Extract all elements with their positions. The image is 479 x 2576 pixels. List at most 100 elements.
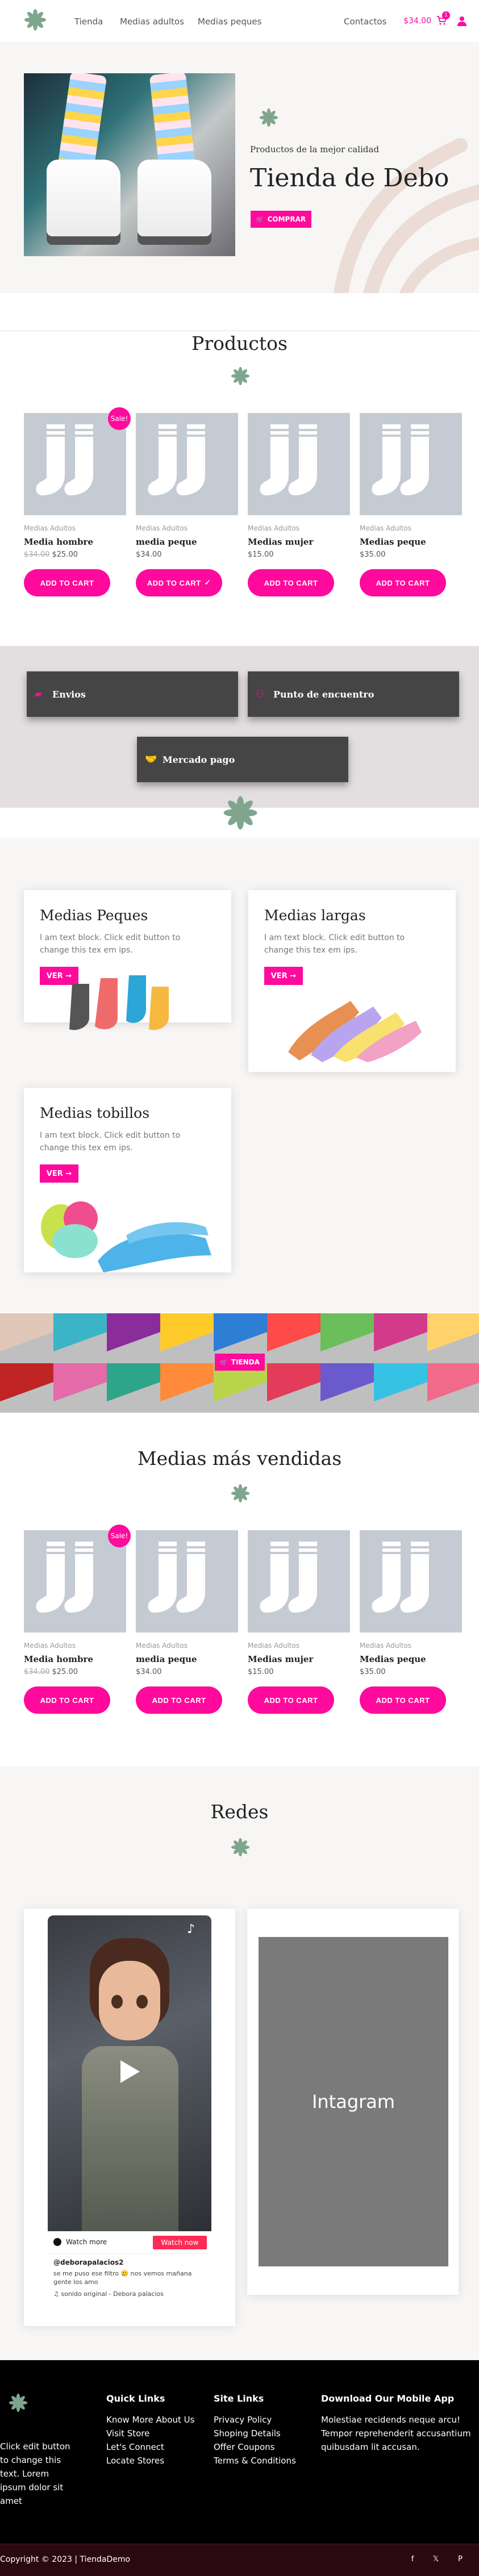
add-to-cart-label: ADD TO CART — [40, 1696, 94, 1705]
watch-now-button[interactable]: Watch now — [153, 2236, 207, 2249]
footer-link[interactable]: Visit Store — [106, 2427, 194, 2440]
flower-icon — [231, 1484, 250, 1503]
current-price: $35.00 — [360, 1668, 386, 1676]
product-card[interactable]: Medias Adultos Medias mujer $15.00 ADD TO C… — [248, 1530, 350, 1714]
product-category[interactable]: Medias Adultos — [136, 524, 238, 532]
ver-label: VER — [270, 971, 288, 980]
collage-tile — [53, 1313, 107, 1363]
category-text: I am text block. Click edit button to ch… — [264, 933, 405, 955]
footer-link[interactable]: Let's Connect — [106, 2440, 194, 2454]
user-icon[interactable] — [457, 16, 466, 26]
add-to-cart-label: ADD TO CART — [40, 578, 94, 587]
sock-icon — [148, 1542, 205, 1613]
cart-total[interactable]: $34.00 — [403, 16, 431, 26]
product-image-sock-placeholder[interactable] — [24, 1530, 126, 1633]
pinterest-icon[interactable]: P — [455, 2555, 466, 2566]
product-image-sock-placeholder[interactable] — [360, 1530, 462, 1633]
product-image-sock-placeholder[interactable] — [136, 413, 238, 515]
product-card[interactable]: Medias Adultos Medias mujer $15.00 ADD TO C… — [248, 413, 350, 596]
product-name[interactable]: media peque — [136, 1654, 238, 1664]
collage-tile — [214, 1363, 267, 1413]
category-card-medias-peques: Medias Peques I am text block. Click edi… — [24, 890, 231, 1030]
nav-tienda[interactable]: Tienda — [74, 16, 103, 27]
people-icon: ⚇ — [256, 688, 265, 700]
add-to-cart-button[interactable]: ADD TO CART ✓ — [136, 569, 222, 596]
footer-about: Click edit button to change this text. L… — [0, 2441, 70, 2506]
category-card-medias-tobillos: Medias tobillos I am text block. Click e… — [24, 1088, 231, 1272]
flower-logo-icon[interactable] — [24, 9, 47, 31]
nav-medias-adultos[interactable]: Medias adultos — [120, 16, 184, 27]
add-to-cart-button[interactable]: ADD TO CART — [24, 1686, 110, 1714]
product-name[interactable]: media peque — [136, 537, 238, 547]
product-image-sock-placeholder[interactable] — [360, 413, 462, 515]
product-image-sock-placeholder[interactable] — [24, 413, 126, 515]
twitter-icon[interactable]: 𝕏 — [430, 2555, 441, 2566]
product-category[interactable]: Medias Adultos — [136, 1642, 238, 1650]
product-card[interactable]: Sale! Medias Adultos Media hombre $34.00 $25… — [24, 407, 131, 596]
product-category[interactable]: Medias Adultos — [248, 1642, 350, 1650]
add-to-cart-button[interactable]: ADD TO CART — [248, 569, 334, 596]
product-category[interactable]: Medias Adultos — [24, 1642, 126, 1650]
instagram-placeholder[interactable]: Intagram — [259, 1937, 448, 2266]
product-category[interactable]: Medias Adultos — [24, 524, 126, 532]
footer-link[interactable]: Offer Coupons — [214, 2440, 296, 2454]
collage-tile — [374, 1363, 427, 1413]
comprar-button[interactable]: 🛒 COMPRAR — [251, 211, 311, 228]
sale-badge: Sale! — [108, 407, 131, 430]
tiktok-video[interactable]: ♪ — [48, 1915, 211, 2231]
footer-link[interactable]: Know More About Us — [106, 2413, 194, 2427]
category-title: Medias Peques — [40, 907, 148, 924]
facebook-icon[interactable]: f — [407, 2555, 418, 2566]
product-name[interactable]: Medias mujer — [248, 1654, 350, 1664]
product-image-sock-placeholder[interactable] — [248, 1530, 350, 1633]
footer-link[interactable]: Terms & Conditions — [214, 2454, 296, 2468]
watch-more-label[interactable]: Watch more — [66, 2238, 107, 2246]
play-icon[interactable] — [120, 2060, 140, 2083]
add-to-cart-button[interactable]: ADD TO CART — [248, 1686, 334, 1714]
product-image-sock-placeholder[interactable] — [136, 1530, 238, 1633]
product-name[interactable]: Medias mujer — [248, 537, 350, 547]
product-name[interactable]: Medias peque — [360, 537, 462, 547]
product-card[interactable]: Medias Adultos Medias peque $35.00 ADD TO C… — [360, 413, 462, 596]
add-to-cart-button[interactable]: ADD TO CART — [360, 1686, 446, 1714]
add-to-cart-button[interactable]: ADD TO CART — [24, 569, 110, 596]
envios-box[interactable]: ▰ Envios — [27, 671, 238, 717]
footer-link[interactable]: Privacy Policy — [214, 2413, 296, 2427]
product-name[interactable]: Media hombre — [24, 537, 126, 547]
check-icon: ✓ — [204, 578, 211, 587]
product-category[interactable]: Medias Adultos — [248, 524, 350, 532]
punto-encuentro-box[interactable]: ⚇ Punto de encuentro — [248, 671, 459, 717]
product-card[interactable]: Sale! Medias Adultos Media hombre $34.00 $25… — [24, 1525, 131, 1714]
music-note-icon: ♫ — [53, 2290, 61, 2298]
footer-link[interactable]: Shoping Details — [214, 2427, 296, 2440]
comprar-button-label: COMPRAR — [267, 215, 306, 223]
product-card[interactable]: Medias Adultos media peque $34.00 ADD TO CA… — [136, 413, 238, 596]
current-price: $34.00 — [136, 1668, 162, 1676]
collage-tile — [267, 1363, 320, 1413]
footer-link[interactable]: Locate Stores — [106, 2454, 194, 2468]
nav-contactos[interactable]: Contactos — [344, 16, 386, 27]
product-name[interactable]: Media hombre — [24, 1654, 126, 1664]
product-category[interactable]: Medias Adultos — [360, 524, 462, 532]
product-image-sock-placeholder[interactable] — [248, 413, 350, 515]
tiktok-caption: se me puso ese filtro 🥲 nos vemos mañana… — [53, 2270, 192, 2286]
product-category[interactable]: Medias Adultos — [360, 1642, 462, 1650]
services-section: ▰ Envios ⚇ Punto de encuentro 🤝 Mercado pag… — [0, 646, 479, 808]
site-links-title: Site Links — [214, 2393, 264, 2404]
ver-button[interactable]: VER → — [40, 1164, 78, 1183]
product-card[interactable]: Medias Adultos media peque $34.00 ADD TO CA… — [136, 1530, 238, 1714]
collage-tile — [320, 1363, 374, 1413]
current-price: $34.00 — [136, 550, 162, 559]
category-text: I am text block. Click edit button to ch… — [40, 1131, 181, 1153]
collage-tile — [427, 1363, 479, 1413]
nav-medias-peques[interactable]: Medias peques — [198, 16, 261, 27]
product-name[interactable]: Medias peque — [360, 1654, 462, 1664]
product-card[interactable]: Medias Adultos Medias peque $35.00 ADD TO C… — [360, 1530, 462, 1714]
tienda-button[interactable]: 🛒 TIENDA — [215, 1354, 265, 1371]
add-to-cart-button[interactable]: ADD TO CART — [136, 1686, 222, 1714]
ver-button[interactable]: VER → — [264, 967, 303, 985]
collage-tile — [0, 1313, 53, 1363]
tiktok-handle[interactable]: @deborapalacios2 — [53, 2258, 123, 2266]
add-to-cart-button[interactable]: ADD TO CART — [360, 569, 446, 596]
mercado-pago-box[interactable]: 🤝 Mercado pago — [137, 737, 348, 782]
